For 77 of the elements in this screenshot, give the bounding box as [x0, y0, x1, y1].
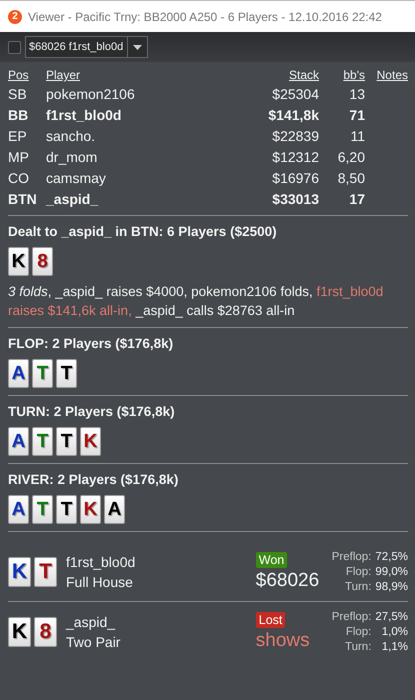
table-cell-text: CO: [8, 169, 30, 187]
equity-value: 98,9%: [375, 580, 408, 594]
table-cell: $141,8k: [268, 106, 319, 124]
playing-card: 8: [32, 247, 53, 276]
street-title: FLOP: 2 Players ($176,8k): [8, 336, 174, 351]
checkbox[interactable]: [8, 40, 21, 54]
playing-card: A: [8, 427, 29, 456]
playing-card: A: [104, 495, 125, 524]
playing-card: K: [8, 557, 31, 587]
table-cell-text: $12312: [271, 148, 319, 166]
equity-value: 1,1%: [380, 640, 408, 654]
column-header[interactable]: Player: [46, 68, 268, 82]
equity-label: Turn:: [344, 640, 372, 654]
table-cell-text: dr_mom: [46, 148, 98, 166]
table-cell-text: $33013: [271, 190, 319, 208]
playing-card: T: [56, 495, 77, 524]
column-header[interactable]: Stack: [268, 68, 319, 82]
table-cell-text: sancho.: [46, 127, 96, 145]
outcome-badge: Won: [256, 552, 288, 568]
equity-label: Flop:: [344, 624, 372, 640]
table-cell-text: $16976: [271, 169, 319, 187]
equity-value: 99,0%: [375, 564, 408, 580]
playing-card: T: [32, 427, 53, 456]
table-cell-text: EP: [8, 127, 28, 145]
equity-label: Turn:: [344, 580, 372, 594]
column-header[interactable]: Pos: [8, 68, 46, 82]
playing-card: A: [8, 495, 29, 524]
playing-card: T: [32, 359, 53, 388]
table-cell-text: f1rst_blo0d: [46, 106, 122, 124]
equity-label: Flop:: [344, 564, 372, 580]
hand-rank: Two Pair: [66, 634, 122, 650]
equity-value: 72,5%: [375, 550, 408, 564]
table-cell-text: $22839: [271, 127, 319, 145]
table-cell-text: BTN: [8, 190, 38, 208]
hand-dropdown[interactable]: $68026 f1rst_blo0d: [25, 36, 148, 58]
playing-card: T: [32, 495, 53, 524]
column-header[interactable]: bb's: [319, 68, 365, 82]
app-logo-icon: 2: [8, 10, 22, 24]
player-name: _aspid_: [66, 614, 116, 630]
equity-value: 1,0%: [380, 624, 408, 640]
playing-card: K: [80, 495, 101, 524]
table-cell-text: SB: [8, 85, 28, 103]
playing-card: K: [8, 247, 29, 276]
caret-icon: [133, 44, 142, 50]
table-cell-text: 13: [348, 85, 365, 103]
player-name: f1rst_blo0d: [66, 554, 136, 570]
column-header[interactable]: Notes: [365, 68, 408, 82]
equity-label: Preflop:: [332, 550, 372, 564]
table-cell-text: _aspid_: [46, 190, 100, 208]
table-cell-text: MP: [8, 148, 30, 166]
playing-card: T: [56, 427, 77, 456]
result-amount: shows: [256, 630, 310, 652]
table-cell-text: camsmay: [46, 169, 107, 187]
playing-card: A: [8, 359, 29, 388]
playing-card: T: [34, 557, 57, 587]
street-title: TURN: 2 Players ($176,8k): [8, 404, 176, 419]
table-cell-text: BB: [8, 106, 30, 124]
hand-rank: Full House: [66, 574, 134, 590]
table-cell-text: pokemon2106: [46, 85, 136, 103]
equity-label: Preflop:: [332, 610, 372, 624]
table-cell-text: 11: [349, 127, 365, 145]
table-cell-text: 17: [348, 190, 365, 208]
action-summary: 3 folds, _aspid_ raises $4000, pokemon2106 folds, f1rst_blo0d raises $141,6k all-in, _aspid_ calls $28763 all-in: [8, 283, 384, 320]
table-cell-text: 6,20: [336, 148, 365, 166]
playing-card: K: [80, 427, 101, 456]
street-title: Dealt to _aspid_ in BTN: 6 Players ($2500): [8, 224, 278, 239]
street-title: RIVER: 2 Players ($176,8k): [8, 472, 180, 487]
table-cell-text: 8,50: [336, 169, 365, 187]
result-amount: $68026: [256, 570, 320, 592]
window-title: Viewer - Pacific Trny: BB2000 A250 - 6 Players - 12.10.2016 22:42: [28, 10, 382, 24]
table-cell-text: $25304: [271, 85, 319, 103]
playing-card: T: [56, 359, 77, 388]
equity-value: 27,5%: [375, 610, 408, 624]
playing-card: 8: [34, 617, 57, 647]
outcome-badge: Lost: [256, 612, 286, 628]
playing-card: K: [8, 617, 31, 647]
table-cell-text: 71: [348, 106, 365, 124]
